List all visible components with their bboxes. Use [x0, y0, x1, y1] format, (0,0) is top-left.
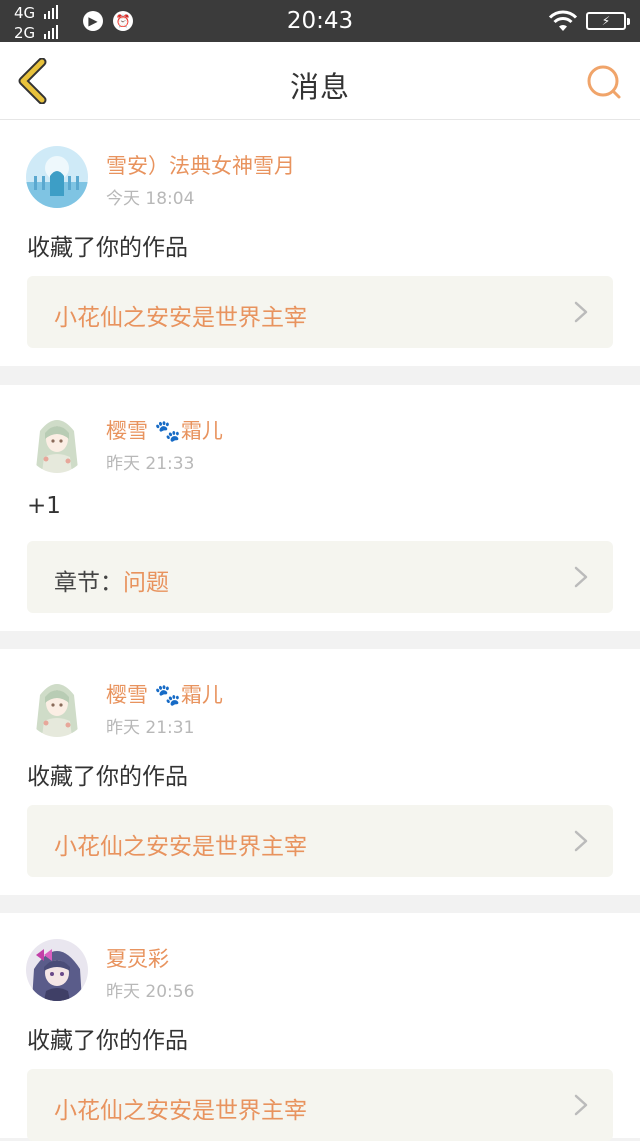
- page-title: 消息: [289, 70, 350, 104]
- chapter-prefix: 章节：: [54, 570, 123, 596]
- work-title: 小花仙之安安是世界主宰: [54, 834, 307, 860]
- username[interactable]: 樱雪 🐾霜儿: [106, 679, 223, 709]
- message-time: 昨天 20:56: [106, 982, 195, 1002]
- message-time: 今天 18:04: [106, 189, 195, 209]
- search-icon: [587, 65, 621, 99]
- wifi-icon: [548, 10, 578, 31]
- message-text: +1: [27, 493, 61, 519]
- avatar[interactable]: [26, 939, 88, 1001]
- chevron-right-icon: [574, 566, 588, 588]
- status-time: 20:43: [286, 8, 354, 34]
- work-link[interactable]: 小花仙之安安是世界主宰: [27, 1069, 613, 1141]
- work-link[interactable]: 小花仙之安安是世界主宰: [27, 805, 613, 877]
- chevron-right-icon: [574, 301, 588, 323]
- username[interactable]: 夏灵彩: [106, 943, 169, 973]
- chevron-right-icon: [574, 830, 588, 852]
- chevron-right-icon: [574, 1094, 588, 1116]
- message-card: 雪安）法典女神雪月 今天 18:04 收藏了你的作品 小花仙之安安是世界主宰: [0, 120, 640, 366]
- work-title: 小花仙之安安是世界主宰: [54, 305, 307, 331]
- message-card: 樱雪 🐾霜儿 昨天 21:31 收藏了你的作品 小花仙之安安是世界主宰: [0, 649, 640, 895]
- status-bar: 4G 2G ▶ ⏰ 20:43 ⚡: [0, 0, 640, 42]
- work-title: 小花仙之安安是世界主宰: [54, 1098, 307, 1124]
- message-time: 昨天 21:31: [106, 718, 195, 738]
- message-card: 樱雪 🐾霜儿 昨天 21:33 +1 章节：问题: [0, 385, 640, 631]
- avatar[interactable]: [26, 146, 88, 208]
- username[interactable]: 雪安）法典女神雪月: [106, 150, 295, 180]
- message-text: 收藏了你的作品: [27, 1028, 188, 1054]
- message-text: 收藏了你的作品: [27, 235, 188, 261]
- message-card: 夏灵彩 昨天 20:56 收藏了你的作品 小花仙之安安是世界主宰: [0, 913, 640, 1141]
- search-button[interactable]: [584, 62, 624, 102]
- message-text: 收藏了你的作品: [27, 764, 188, 790]
- username[interactable]: 樱雪 🐾霜儿: [106, 415, 223, 445]
- message-time: 昨天 21:33: [106, 454, 195, 474]
- battery-icon: ⚡: [586, 12, 630, 30]
- chapter-reference: 章节：问题: [54, 563, 169, 597]
- chapter-title: 问题: [123, 570, 169, 596]
- avatar[interactable]: [26, 675, 88, 737]
- work-link[interactable]: 小花仙之安安是世界主宰: [27, 276, 613, 348]
- nav-bar: 消息: [0, 42, 640, 120]
- chapter-link[interactable]: 章节：问题: [27, 541, 613, 613]
- avatar[interactable]: [26, 411, 88, 473]
